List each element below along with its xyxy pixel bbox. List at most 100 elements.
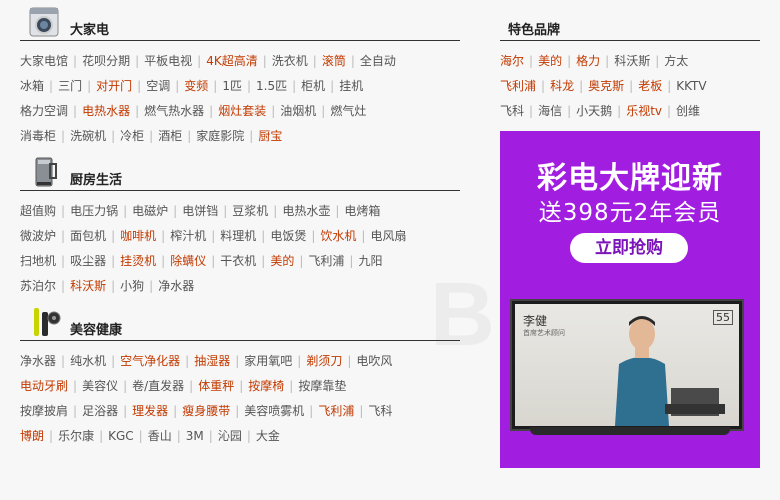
category-link[interactable]: 吸尘器: [70, 254, 106, 268]
category-link[interactable]: 飞利浦: [308, 254, 344, 268]
category-link[interactable]: 抽湿器: [194, 354, 230, 368]
category-link[interactable]: 电饭煲: [270, 229, 306, 243]
category-link[interactable]: 体重秤: [198, 379, 234, 393]
category-link[interactable]: 乐尔康: [58, 429, 94, 443]
category-link[interactable]: 微波炉: [20, 229, 56, 243]
category-link[interactable]: 挂机: [339, 79, 363, 93]
category-link[interactable]: 超值购: [20, 204, 56, 218]
category-link[interactable]: 空气净化器: [120, 354, 180, 368]
category-link[interactable]: 冷柜: [120, 129, 144, 143]
category-link[interactable]: 飞利浦: [318, 404, 354, 418]
category-link[interactable]: 酒柜: [158, 129, 182, 143]
category-link[interactable]: 电吹风: [356, 354, 392, 368]
category-link[interactable]: 消毒柜: [20, 129, 56, 143]
category-link[interactable]: 厨宝: [258, 129, 282, 143]
category-link[interactable]: 按摩靠垫: [298, 379, 346, 393]
category-link[interactable]: 豆浆机: [232, 204, 268, 218]
category-link[interactable]: 创维: [676, 104, 700, 118]
category-link[interactable]: 电热水器: [82, 104, 130, 118]
category-link[interactable]: 理发器: [132, 404, 168, 418]
category-link[interactable]: 苏泊尔: [20, 279, 56, 293]
category-link[interactable]: 饮水机: [320, 229, 356, 243]
category-link[interactable]: 美的: [538, 54, 562, 68]
category-link[interactable]: 挂烫机: [120, 254, 156, 268]
category-link[interactable]: 电风扇: [370, 229, 406, 243]
category-link[interactable]: 海尔: [500, 54, 524, 68]
category-link[interactable]: 家用氧吧: [244, 354, 292, 368]
category-link[interactable]: 3M: [186, 429, 204, 443]
category-link[interactable]: 全自动: [360, 54, 396, 68]
category-link[interactable]: 花呗分期: [82, 54, 130, 68]
category-link[interactable]: 1.5匹: [256, 79, 287, 93]
category-link[interactable]: 三门: [58, 79, 82, 93]
category-link[interactable]: 科沃斯: [614, 54, 650, 68]
category-link[interactable]: 洗衣机: [272, 54, 308, 68]
category-link[interactable]: 4K超高清: [206, 54, 258, 68]
category-link[interactable]: 科沃斯: [70, 279, 106, 293]
buy-now-button[interactable]: 立即抢购: [570, 233, 688, 263]
category-link[interactable]: 飞科: [500, 104, 524, 118]
category-link[interactable]: 电热水壶: [282, 204, 330, 218]
separator: |: [335, 204, 340, 218]
category-link[interactable]: 美的: [270, 254, 294, 268]
category-link[interactable]: 干衣机: [220, 254, 256, 268]
category-link[interactable]: 电磁炉: [132, 204, 168, 218]
category-link[interactable]: 乐视tv: [626, 104, 662, 118]
category-link[interactable]: 美容仪: [82, 379, 118, 393]
promo-banner[interactable]: 彩电大牌迎新 送398元2年会员 立即抢购 李健 首席艺术顾问 55: [500, 131, 760, 468]
category-link[interactable]: 冰箱: [20, 79, 44, 93]
category-link[interactable]: 飞利浦: [500, 79, 536, 93]
category-link[interactable]: 剃须刀: [306, 354, 342, 368]
category-link[interactable]: 家庭影院: [196, 129, 244, 143]
category-link[interactable]: 净水器: [158, 279, 194, 293]
category-link[interactable]: 格力: [576, 54, 600, 68]
category-link[interactable]: 足浴器: [82, 404, 118, 418]
category-link[interactable]: 香山: [148, 429, 172, 443]
category-link[interactable]: 大金: [256, 429, 280, 443]
category-link[interactable]: 奥克斯: [588, 79, 624, 93]
category-link[interactable]: 1匹: [222, 79, 242, 93]
category-link[interactable]: 变频: [184, 79, 208, 93]
category-link[interactable]: 飞科: [368, 404, 392, 418]
category-link[interactable]: 格力空调: [20, 104, 68, 118]
category-link[interactable]: 空调: [146, 79, 170, 93]
category-link[interactable]: 小狗: [120, 279, 144, 293]
category-link[interactable]: 净水器: [20, 354, 56, 368]
category-link[interactable]: 面包机: [70, 229, 106, 243]
category-link[interactable]: KGC: [108, 429, 134, 443]
category-link[interactable]: 滚筒: [322, 54, 346, 68]
category-link[interactable]: 卷/直发器: [132, 379, 184, 393]
category-link[interactable]: 油烟机: [280, 104, 316, 118]
category-link[interactable]: 电动牙刷: [20, 379, 68, 393]
category-link[interactable]: KKTV: [676, 79, 706, 93]
category-link[interactable]: 燃气热水器: [144, 104, 204, 118]
category-link[interactable]: 除螨仪: [170, 254, 206, 268]
category-link[interactable]: 烟灶套装: [218, 104, 266, 118]
category-link[interactable]: 博朗: [20, 429, 44, 443]
category-link[interactable]: 咖啡机: [120, 229, 156, 243]
category-link[interactable]: 电烤箱: [344, 204, 380, 218]
category-link[interactable]: 对开门: [96, 79, 132, 93]
category-link[interactable]: 洗碗机: [70, 129, 106, 143]
category-link[interactable]: 方太: [664, 54, 688, 68]
category-link[interactable]: 按摩披肩: [20, 404, 68, 418]
category-link[interactable]: 老板: [638, 79, 662, 93]
category-link[interactable]: 小天鹅: [576, 104, 612, 118]
category-link[interactable]: 扫地机: [20, 254, 56, 268]
category-link[interactable]: 美容喷雾机: [244, 404, 304, 418]
category-link[interactable]: 按摩椅: [248, 379, 284, 393]
category-link[interactable]: 科龙: [550, 79, 574, 93]
category-link[interactable]: 燃气灶: [330, 104, 366, 118]
category-link[interactable]: 纯水机: [70, 354, 106, 368]
category-link[interactable]: 柜机: [301, 79, 325, 93]
category-link[interactable]: 电压力锅: [70, 204, 118, 218]
category-link[interactable]: 沁园: [218, 429, 242, 443]
category-link[interactable]: 九阳: [358, 254, 382, 268]
category-link[interactable]: 大家电馆: [20, 54, 68, 68]
category-link[interactable]: 料理机: [220, 229, 256, 243]
category-link[interactable]: 电饼铛: [182, 204, 218, 218]
category-link[interactable]: 海信: [538, 104, 562, 118]
category-link[interactable]: 平板电视: [144, 54, 192, 68]
category-link[interactable]: 瘦身腰带: [182, 404, 230, 418]
category-link[interactable]: 榨汁机: [170, 229, 206, 243]
